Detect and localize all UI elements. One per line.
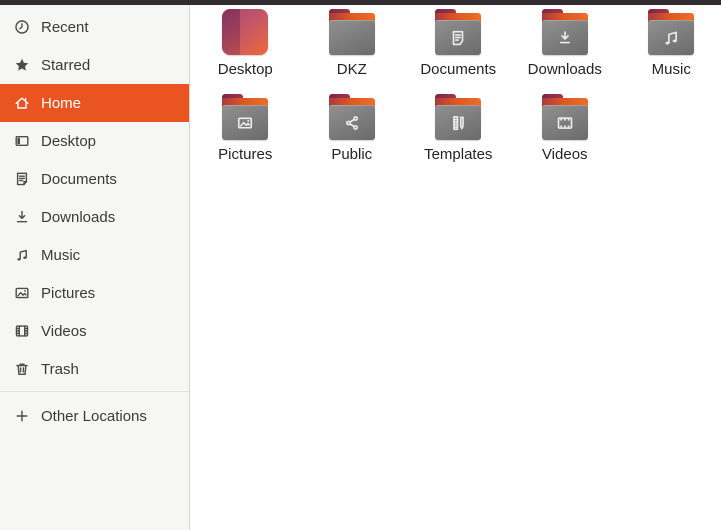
sidebar-item-pictures[interactable]: Pictures <box>0 274 189 312</box>
sidebar-item-label: Desktop <box>41 132 97 150</box>
pictures-emblem <box>235 113 255 133</box>
file-item-pictures[interactable]: Pictures <box>192 94 299 179</box>
sidebar-item-label: Recent <box>41 18 89 36</box>
file-item-label: Public <box>331 146 373 163</box>
downloads-emblem <box>555 28 575 48</box>
sidebar-separator <box>0 391 189 392</box>
file-item-label: Desktop <box>217 61 273 78</box>
file-item-downloads[interactable]: Downloads <box>512 9 619 94</box>
sidebar-nav: Recent Starred Home Desktop Documents Downloa… <box>0 8 189 388</box>
documents-emblem <box>448 28 468 48</box>
star-icon <box>14 57 30 73</box>
music-icon <box>14 247 30 263</box>
sidebar-item-recent[interactable]: Recent <box>0 8 189 46</box>
music-emblem <box>661 28 681 48</box>
sidebar-item-home[interactable]: Home <box>0 84 189 122</box>
sidebar-item-videos[interactable]: Videos <box>0 312 189 350</box>
file-item-documents[interactable]: Documents <box>405 9 512 94</box>
files-grid: Desktop DKZ Documents Downloads Music Picture… <box>191 5 721 179</box>
sidebar-item-downloads[interactable]: Downloads <box>0 198 189 236</box>
file-item-music[interactable]: Music <box>618 9 721 94</box>
sidebar-item-documents[interactable]: Documents <box>0 160 189 198</box>
file-item-dkz[interactable]: DKZ <box>299 9 406 94</box>
download-icon <box>14 209 30 225</box>
plus-icon <box>14 408 30 424</box>
file-item-label: Templates <box>424 146 493 163</box>
file-item-templates[interactable]: Templates <box>405 94 512 179</box>
folder-icon <box>434 94 482 140</box>
folder-icon <box>541 9 589 55</box>
sidebar-item-other-locations[interactable]: Other Locations <box>0 397 189 435</box>
sidebar-item-label: Starred <box>41 56 91 74</box>
home-icon <box>14 95 30 111</box>
folder-icon <box>541 94 589 140</box>
sidebar-item-label: Downloads <box>41 208 116 226</box>
sidebar-item-desktop[interactable]: Desktop <box>0 122 189 160</box>
sidebar-item-label: Other Locations <box>41 407 147 425</box>
sidebar: Recent Starred Home Desktop Documents Downloa… <box>0 5 190 530</box>
folder-icon <box>328 9 376 55</box>
file-item-label: DKZ <box>336 61 367 78</box>
videos-emblem <box>555 113 575 133</box>
video-icon <box>14 323 30 339</box>
sidebar-item-label: Home <box>41 94 82 112</box>
trash-icon <box>14 361 30 377</box>
templates-emblem <box>448 113 468 133</box>
file-item-desktop[interactable]: Desktop <box>192 9 299 94</box>
file-item-public[interactable]: Public <box>299 94 406 179</box>
file-item-label: Downloads <box>527 61 602 78</box>
sidebar-item-label: Pictures <box>41 284 96 302</box>
file-item-label: Documents <box>420 61 497 78</box>
clock-icon <box>14 19 30 35</box>
sidebar-item-trash[interactable]: Trash <box>0 350 189 388</box>
folder-icon <box>328 94 376 140</box>
sidebar-item-starred[interactable]: Starred <box>0 46 189 84</box>
file-item-label: Music <box>651 61 691 78</box>
folder-icon <box>221 94 269 140</box>
desktop-icon <box>14 133 30 149</box>
sidebar-item-music[interactable]: Music <box>0 236 189 274</box>
sidebar-footer: Other Locations <box>0 397 189 435</box>
sidebar-item-label: Trash <box>41 360 79 378</box>
file-item-label: Pictures <box>218 146 273 163</box>
file-item-videos[interactable]: Videos <box>512 94 619 179</box>
sidebar-item-label: Music <box>41 246 81 264</box>
file-browser-content: Desktop DKZ Documents Downloads Music Picture… <box>191 5 721 530</box>
picture-icon <box>14 285 30 301</box>
sidebar-item-label: Videos <box>41 322 87 340</box>
desktop-gradient-icon <box>221 9 269 55</box>
sidebar-item-label: Documents <box>41 170 117 188</box>
file-item-label: Videos <box>541 146 588 163</box>
public-emblem <box>342 113 362 133</box>
folder-icon <box>647 9 695 55</box>
document-icon <box>14 171 30 187</box>
folder-icon <box>434 9 482 55</box>
